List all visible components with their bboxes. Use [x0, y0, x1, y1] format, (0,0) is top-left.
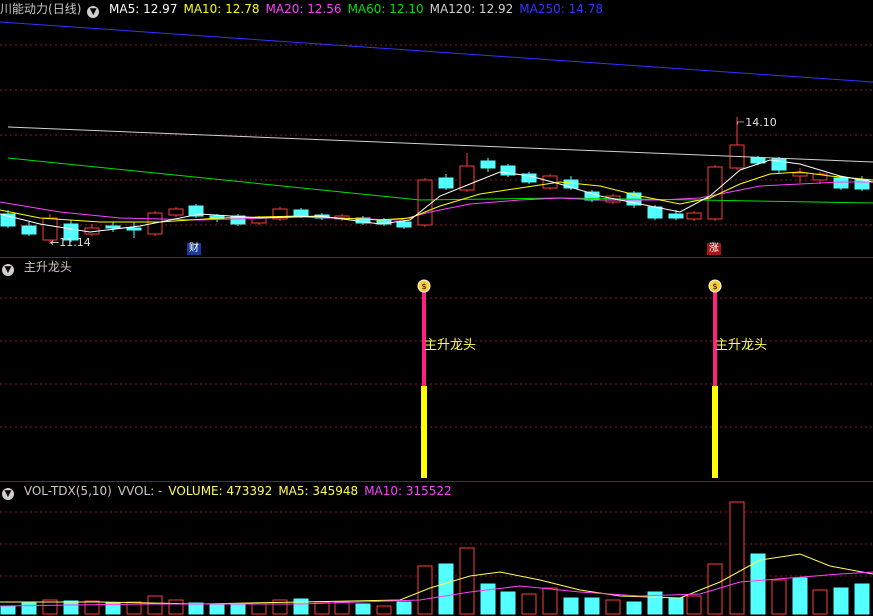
ma-indicator-list: MA5: 12.97 MA10: 12.78 MA20: 12.56 MA60: 12… [109, 2, 609, 16]
volume-bar [668, 597, 684, 615]
volume-bar [584, 597, 600, 615]
volume-bar [355, 603, 371, 615]
volume-bar [230, 603, 246, 615]
indicator-value: MA120: 12.92 [429, 2, 514, 16]
signal-bar [421, 386, 427, 478]
volume-bar [833, 587, 849, 615]
money-bag-icon-glyph: $ [712, 282, 717, 291]
volume-bar [188, 602, 204, 615]
volume-bar [209, 603, 225, 615]
marker-zhang[interactable]: 涨 [707, 243, 721, 255]
volume-bar [854, 583, 870, 615]
candle-body [168, 208, 184, 216]
volume-bar [563, 597, 579, 615]
signal-panel-header: ▼ 主升龙头 [0, 258, 78, 276]
marker-cai[interactable]: 财 [187, 243, 201, 255]
candle-body [293, 209, 309, 217]
volume-bar [480, 583, 496, 615]
indicator-value: MA5: 12.97 [109, 2, 178, 16]
candle-body [396, 221, 412, 228]
indicator-value: VOLUME: 473392 [168, 484, 273, 498]
candle-body [105, 225, 121, 229]
indicator-value: MA10: 315522 [364, 484, 452, 498]
signal-panel[interactable]: $ $ ▼ 主升龙头 主升龙头 主升龙头 [0, 258, 873, 482]
volume-panel[interactable]: ▼ VOL-TDX(5,10) VVOL: - VOLUME: 473392 MA5:… [0, 482, 873, 616]
indicator-value: MA10: 12.78 [183, 2, 260, 16]
indicator-value: MA60: 12.10 [347, 2, 424, 16]
volume-bar [376, 605, 392, 615]
candlestick-chart[interactable] [0, 0, 873, 258]
candle-body [833, 177, 849, 189]
volume-bar [729, 501, 745, 615]
signal-panel-title: 主升龙头 [23, 260, 72, 274]
volume-bar [0, 605, 16, 615]
candle-body [438, 177, 454, 189]
high-price-label: ⌐14.10 [736, 116, 777, 129]
volume-panel-header: ▼ VOL-TDX(5,10) VVOL: - VOLUME: 473392 MA5:… [0, 482, 458, 500]
volume-bar [812, 589, 828, 615]
volume-bar [63, 600, 79, 615]
volume-bar [293, 598, 309, 615]
volume-bar [500, 591, 516, 615]
candle-body [126, 227, 142, 231]
signal-bar [712, 386, 718, 478]
indicator-value: VVOL: - [117, 484, 163, 498]
candle-body [647, 206, 663, 219]
volume-bar [438, 563, 454, 615]
volume-bar [521, 593, 537, 615]
volume-bar [771, 579, 787, 615]
signal-label: 主升龙头 [424, 338, 477, 353]
collapse-icon[interactable]: ▼ [2, 264, 14, 276]
volume-bar [334, 601, 350, 615]
signal-label: 主升龙头 [715, 338, 768, 353]
volume-indicator-list: VOL-TDX(5,10) VVOL: - VOLUME: 473392 MA5: 3… [24, 484, 458, 498]
indicator-value: VOL-TDX(5,10) [23, 484, 112, 498]
price-panel[interactable]: 川能动力(日线) ▼ MA5: 12.97 MA10: 12.78 MA20: 12… [0, 0, 873, 258]
volume-bar [251, 603, 267, 615]
indicator-value: MA250: 14.78 [519, 2, 603, 16]
price-panel-header: 川能动力(日线) ▼ MA5: 12.97 MA10: 12.78 MA20: 12… [0, 0, 609, 18]
volume-bar [686, 595, 702, 615]
volume-chart[interactable] [0, 482, 873, 616]
volume-bar [542, 587, 558, 615]
money-bag-icon-glyph: $ [421, 282, 426, 291]
volume-bar [168, 599, 184, 615]
candle-body [668, 213, 684, 219]
volume-bar [396, 601, 412, 615]
volume-bar [84, 600, 100, 615]
candle-body [417, 179, 433, 226]
candle-body [480, 160, 496, 169]
candle-body [686, 212, 702, 220]
volume-bar [459, 547, 475, 615]
volume-bar [21, 602, 37, 615]
candle-body [792, 172, 808, 177]
candle-body [21, 225, 37, 235]
stock-chart-window: 川能动力(日线) ▼ MA5: 12.97 MA10: 12.78 MA20: 12… [0, 0, 873, 616]
stock-name: 川能动力(日线) [0, 2, 82, 16]
ma250-line [0, 21, 873, 83]
volume-bar [147, 595, 163, 615]
collapse-icon[interactable]: ▼ [87, 6, 100, 18]
low-price-label: ←11.14 [50, 236, 91, 249]
indicator-value: MA20: 12.56 [265, 2, 342, 16]
volume-bar [792, 577, 808, 615]
collapse-icon[interactable]: ▼ [2, 488, 14, 500]
signal-chart: $ $ [0, 279, 873, 478]
candle-body [542, 175, 558, 189]
volume-bar [626, 601, 642, 615]
candle-body [459, 165, 475, 191]
volume-bar [605, 599, 621, 615]
volume-bar [750, 553, 766, 615]
indicator-value: MA5: 345948 [278, 484, 359, 498]
